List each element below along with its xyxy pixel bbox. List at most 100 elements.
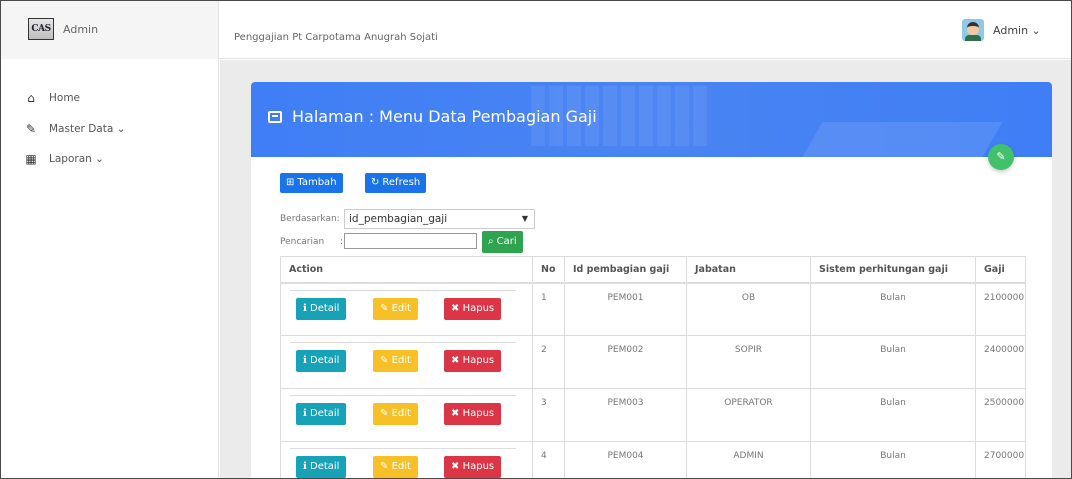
info-icon: ℹ [303, 461, 307, 472]
cell-gaji: 2500000 [975, 388, 1026, 442]
brand-logo: CAS [28, 18, 54, 40]
detail-button[interactable]: ℹ Detail [296, 297, 347, 320]
delete-label: Hapus [462, 302, 495, 314]
col-action: Action [280, 256, 533, 284]
action-cell: ℹ Detail ✎ Edit ✖ Hapus [280, 282, 533, 336]
edit-label: Edit [391, 355, 411, 366]
close-icon: ✖ [451, 302, 460, 314]
edit-button[interactable]: ✎ Edit [373, 297, 418, 320]
delete-label: Hapus [462, 355, 495, 366]
add-button[interactable]: ⊞ Tambah [280, 173, 343, 193]
detail-label: Detail [310, 408, 340, 419]
cell-no: 3 [532, 388, 565, 442]
search-button-label: Cari [496, 236, 517, 247]
table-header-row: Action No Id pembagian gaji Jabatan Sist… [280, 256, 1026, 284]
calendar-icon: ▦ [25, 152, 37, 166]
info-icon: ℹ [303, 302, 307, 314]
sidebar: ⌂ Home ✎ Master Data ⌄ ▦ Laporan ⌄ [1, 60, 219, 478]
delete-button[interactable]: ✖ Hapus [444, 297, 502, 320]
cell-jabatan: SOPIR [686, 335, 811, 389]
delete-label: Hapus [462, 408, 495, 419]
col-gaji: Gaji [975, 256, 1026, 284]
edit-label: Edit [391, 408, 411, 419]
delete-button[interactable]: ✖ Hapus [444, 350, 502, 372]
search-button[interactable]: ⌕ Cari [482, 231, 523, 253]
edit-label: Edit [391, 302, 411, 314]
search-label: Pencarian [280, 237, 325, 247]
col-sistem: Sistem perhitungan gaji [810, 256, 976, 284]
search-icon: ⌕ [488, 236, 494, 247]
table-row: ℹ Detail ✎ Edit ✖ Hapus 1 PEM001 OB Bula… [280, 282, 1026, 336]
detail-button[interactable]: ℹ Detail [296, 403, 347, 425]
data-table: Action No Id pembagian gaji Jabatan Sist… [280, 256, 1026, 478]
cell-sistem: Bulan [810, 282, 976, 336]
search-input[interactable] [344, 233, 477, 249]
refresh-icon: ↻ [371, 177, 380, 188]
cell-id: PEM003 [564, 388, 687, 442]
action-cell: ℹ Detail ✎ Edit ✖ Hapus [280, 441, 533, 478]
col-no: No [532, 256, 565, 284]
sidebar-item-home[interactable]: ⌂ Home [25, 92, 80, 104]
edit-button[interactable]: ✎ Edit [373, 456, 418, 478]
cell-jabatan: OB [686, 282, 811, 336]
cell-gaji: 2400000 [975, 335, 1026, 389]
info-icon: ℹ [303, 355, 307, 366]
close-icon: ✖ [451, 408, 460, 419]
info-icon: ℹ [303, 408, 307, 419]
home-icon: ⌂ [27, 91, 35, 105]
sidebar-item-master-data[interactable]: ✎ Master Data ⌄ [25, 123, 125, 135]
detail-label: Detail [310, 461, 340, 472]
dropdown-arrow-icon: ▼ [521, 214, 528, 223]
cell-no: 2 [532, 335, 565, 389]
app-title: Penggajian Pt Carpotama Anugrah Sojati [234, 32, 438, 43]
edit-icon: ✎ [996, 150, 1006, 163]
table-row: ℹ Detail ✎ Edit ✖ Hapus 2 PEM002 SOPIR B… [280, 335, 1026, 389]
filter-select[interactable]: id_pembagian_gaji ▼ [344, 209, 535, 229]
detail-button[interactable]: ℹ Detail [296, 350, 347, 372]
cell-gaji: 2700000 [975, 441, 1026, 478]
top-bar: CAS Admin Penggajian Pt Carpotama Anugra… [1, 1, 1071, 59]
action-cell: ℹ Detail ✎ Edit ✖ Hapus [280, 335, 533, 389]
edit-fab-button[interactable]: ✎ [988, 144, 1014, 170]
edit-icon: ✎ [380, 461, 389, 472]
refresh-button-label: Refresh [382, 177, 421, 188]
edit-button[interactable]: ✎ Edit [373, 350, 418, 372]
cell-sistem: Bulan [810, 441, 976, 478]
delete-label: Hapus [462, 461, 495, 472]
id-card-icon [268, 110, 282, 123]
close-icon: ✖ [451, 355, 460, 366]
avatar[interactable] [962, 19, 984, 41]
cell-sistem: Bulan [810, 335, 976, 389]
brand-area[interactable]: CAS Admin [1, 1, 219, 59]
cell-no: 4 [532, 441, 565, 478]
refresh-button[interactable]: ↻ Refresh [365, 173, 427, 193]
sidebar-item-laporan[interactable]: ▦ Laporan ⌄ [25, 153, 104, 165]
table-row: ℹ Detail ✎ Edit ✖ Hapus 4 PEM004 ADMIN B… [280, 441, 1026, 478]
main-content: Halaman : Menu Data Pembagian Gaji ✎ ⊞ T… [220, 60, 1071, 478]
sidebar-item-label: Home [49, 92, 81, 104]
page-header-banner: Halaman : Menu Data Pembagian Gaji [251, 82, 1052, 157]
delete-button[interactable]: ✖ Hapus [444, 403, 502, 425]
edit-icon: ✎ [25, 122, 37, 136]
table-row: ℹ Detail ✎ Edit ✖ Hapus 3 PEM003 OPERATO… [280, 388, 1026, 442]
cell-gaji: 2100000 [975, 282, 1026, 336]
detail-button[interactable]: ℹ Detail [296, 456, 347, 478]
user-menu[interactable]: Admin ⌄ [993, 24, 1041, 37]
cell-id: PEM002 [564, 335, 687, 389]
cell-jabatan: ADMIN [686, 441, 811, 478]
edit-icon: ✎ [380, 355, 389, 366]
col-id: Id pembagian gaji [564, 256, 687, 284]
page-title: Halaman : Menu Data Pembagian Gaji [268, 107, 597, 126]
edit-button[interactable]: ✎ Edit [373, 403, 418, 425]
detail-label: Detail [310, 355, 340, 366]
delete-button[interactable]: ✖ Hapus [444, 456, 502, 478]
edit-icon: ✎ [380, 302, 389, 314]
col-jabatan: Jabatan [686, 256, 811, 284]
cell-id: PEM004 [564, 441, 687, 478]
filter-select-value: id_pembagian_gaji [349, 213, 448, 225]
sidebar-item-label: Master Data ⌄ [49, 123, 126, 135]
edit-icon: ✎ [380, 408, 389, 419]
search-separator: : [340, 237, 344, 247]
app-window: CAS Admin Penggajian Pt Carpotama Anugra… [0, 0, 1072, 479]
cell-jabatan: OPERATOR [686, 388, 811, 442]
